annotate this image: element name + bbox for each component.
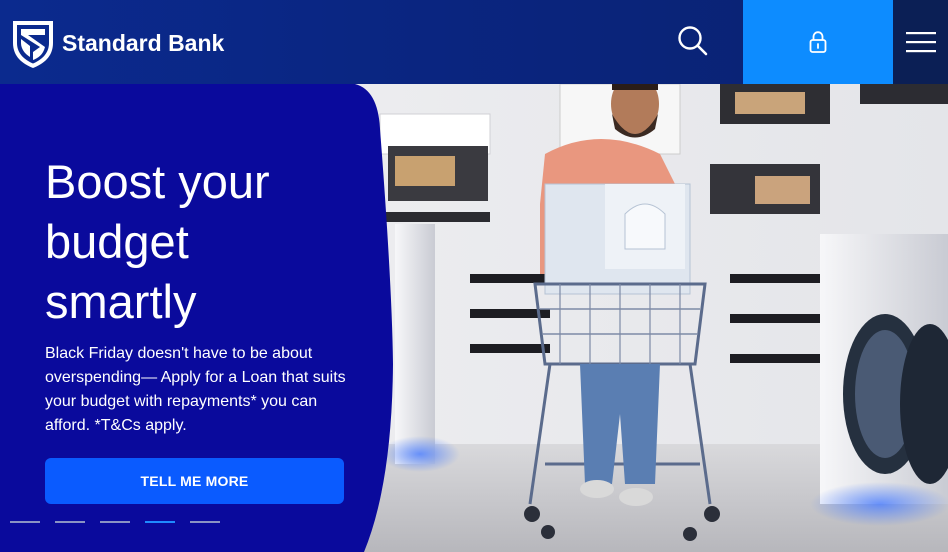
hero-title: Boost your budget smartly (45, 152, 355, 332)
carousel-dot-active[interactable] (145, 521, 175, 523)
shield-logo-icon (13, 21, 53, 68)
search-icon (678, 26, 708, 56)
hero-title-line: budget (45, 215, 189, 268)
carousel-dot[interactable] (10, 521, 40, 523)
carousel-dot[interactable] (100, 521, 130, 523)
carousel-dot[interactable] (55, 521, 85, 523)
hamburger-menu-button[interactable] (893, 0, 948, 84)
logo-text: Standard Bank (62, 29, 225, 56)
lock-icon (809, 31, 827, 53)
hero-banner: Boost your budget smartly Black Friday d… (0, 84, 948, 552)
hero-title-line: Boost your (45, 155, 270, 208)
tell-me-more-button[interactable]: TELL ME MORE (45, 458, 344, 504)
site-header: Standard Bank (0, 0, 948, 84)
hamburger-menu-icon (905, 32, 936, 53)
carousel-indicators (10, 521, 220, 523)
standard-bank-logo[interactable]: Standard Bank (10, 17, 224, 69)
hero-description: Black Friday doesn't have to be about ov… (45, 345, 346, 434)
login-button[interactable] (743, 0, 893, 84)
search-button[interactable] (672, 20, 714, 62)
hero-title-line: smartly (45, 275, 197, 328)
carousel-dot[interactable] (190, 521, 220, 523)
